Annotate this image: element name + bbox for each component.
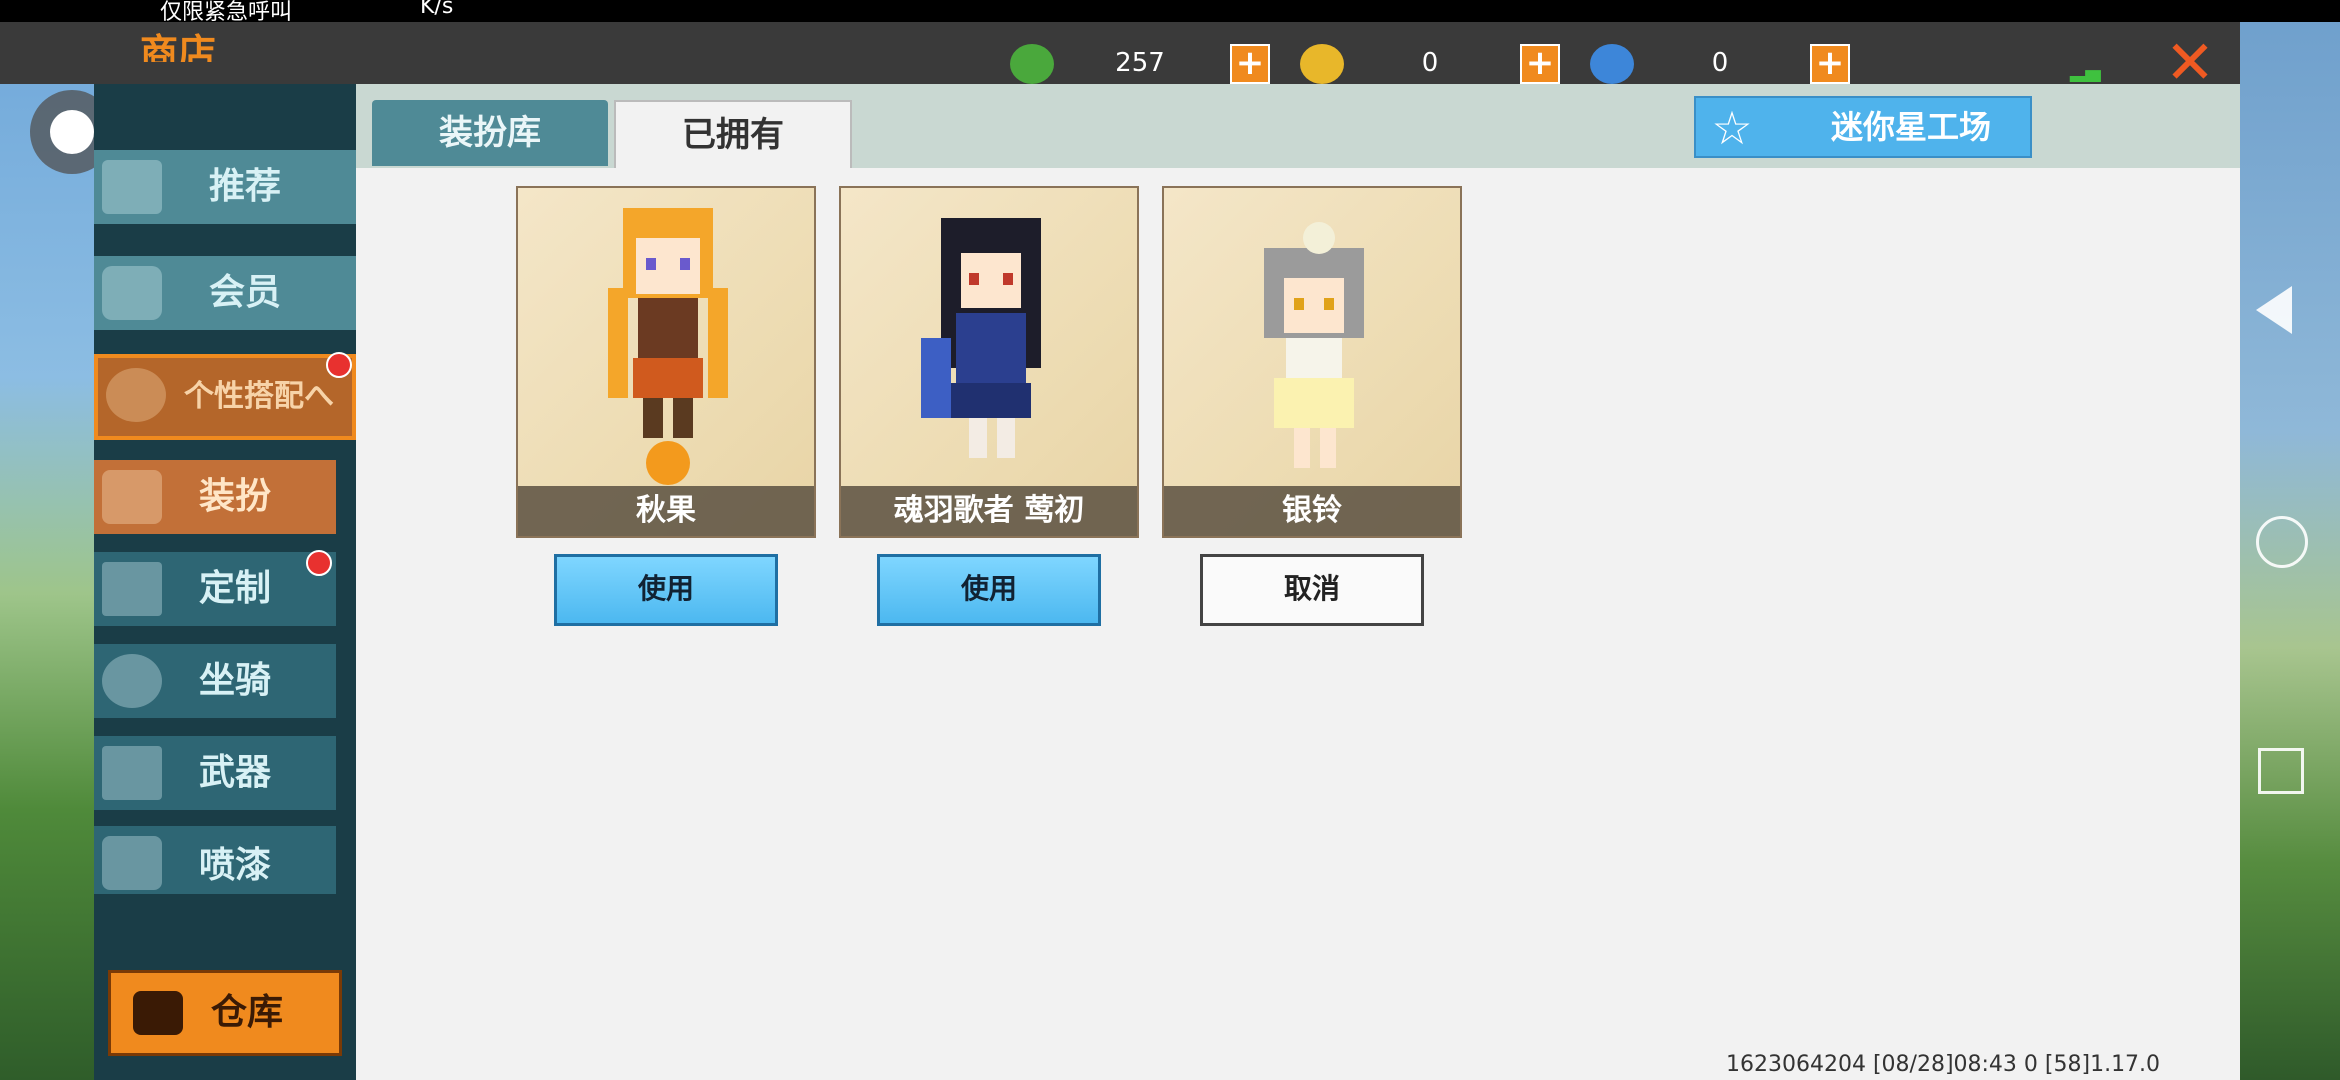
outfit-card[interactable]: 魂羽歌者 莺初 xyxy=(839,186,1139,538)
outfit-name: 银铃 xyxy=(1164,486,1460,536)
nav-back-icon[interactable] xyxy=(2256,286,2292,334)
use-button[interactable]: 使用 xyxy=(554,554,778,626)
mini-coin-icon xyxy=(1300,44,1344,84)
add-mini-bean-button[interactable]: + xyxy=(1230,44,1270,84)
version-info: 1623064204 [08/28]08:43 0 [58]1.17.0 xyxy=(1726,1052,2161,1077)
outfit-card[interactable]: 银铃 xyxy=(1162,186,1462,538)
notification-dot xyxy=(326,352,352,378)
tab-outfit-library[interactable]: 装扮库 xyxy=(372,100,608,166)
status-bar: 仅限紧急呼叫 K/s xyxy=(0,0,2340,25)
studio-label: 迷你星工场 xyxy=(1830,108,1991,146)
character-figure xyxy=(1264,222,1364,468)
cancel-button[interactable]: 取消 xyxy=(1200,554,1424,626)
sidebar-item-recommend[interactable]: 推荐 xyxy=(94,150,356,224)
sidebar-item-label: 会员 xyxy=(208,272,281,313)
sidebar-item-label: 定制 xyxy=(198,568,271,609)
sidebar-item-custom[interactable]: 定制 xyxy=(94,552,336,626)
currency-value: 0 xyxy=(1711,48,1729,78)
character-figure xyxy=(921,218,1041,458)
mini-star-studio-button[interactable]: ☆ 迷你星工场 xyxy=(1694,96,2032,158)
signal-icon: ▂▄ xyxy=(2070,58,2101,82)
outfit-card[interactable]: 秋果 xyxy=(516,186,816,538)
sidebar-group-personal[interactable]: 个性搭配へ xyxy=(94,354,356,440)
mini-bean-icon xyxy=(1010,44,1054,84)
outfit-name: 魂羽歌者 莺初 xyxy=(841,486,1137,536)
add-star-coin-button[interactable]: + xyxy=(1810,44,1850,84)
currency-value: 0 xyxy=(1421,48,1439,78)
chest-icon xyxy=(133,991,183,1035)
sidebar-item-weapon[interactable]: 武器 xyxy=(94,736,336,810)
sidebar-item-outfit[interactable]: 装扮 xyxy=(94,460,336,534)
sidebar-item-spray[interactable]: 喷漆 xyxy=(94,826,336,894)
page-title: 商店 xyxy=(140,31,217,62)
sidebar-item-mount[interactable]: 坐骑 xyxy=(94,644,336,718)
sidebar-item-label: 推荐 xyxy=(208,166,281,207)
nav-home-icon[interactable] xyxy=(2256,516,2308,568)
outfit-name: 秋果 xyxy=(518,486,814,536)
nav-recent-icon[interactable] xyxy=(2258,748,2304,794)
currency-value: 257 xyxy=(1115,48,1165,78)
sidebar-item-label: 坐骑 xyxy=(198,660,271,701)
sidebar-item-label: 武器 xyxy=(198,752,271,793)
status-speed-text: K/s xyxy=(420,0,454,19)
sidebar-item-label: 装扮 xyxy=(198,476,271,517)
notification-dot xyxy=(306,550,332,576)
sidebar-item-member[interactable]: 会员 xyxy=(94,256,356,330)
sidebar-item-label: 个性搭配へ xyxy=(184,379,334,414)
sidebar: 推荐 会员 个性搭配へ 装扮 定制 坐骑 武器 喷漆 xyxy=(94,84,356,1080)
use-button[interactable]: 使用 xyxy=(877,554,1101,626)
star-coin-icon xyxy=(1590,44,1634,84)
star-icon: ☆ xyxy=(1711,101,1753,155)
top-bar: 商店 257 + 0 + 0 + ▂▄ ✕ xyxy=(0,22,2240,93)
character-figure xyxy=(608,208,728,485)
add-mini-coin-button[interactable]: + xyxy=(1520,44,1560,84)
warehouse-label: 仓库 xyxy=(211,992,284,1033)
warehouse-button[interactable]: 仓库 xyxy=(108,970,342,1056)
sidebar-item-label: 喷漆 xyxy=(198,845,271,886)
tab-owned[interactable]: 已拥有 xyxy=(614,100,852,168)
